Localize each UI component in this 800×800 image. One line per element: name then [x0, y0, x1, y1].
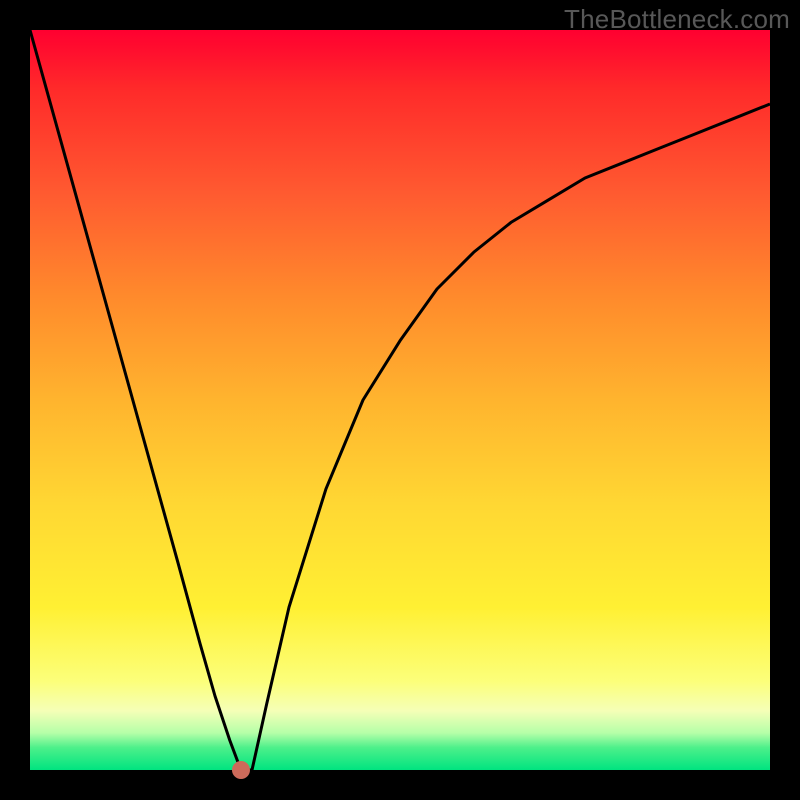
chart-frame: TheBottleneck.com	[0, 0, 800, 800]
plot-area	[30, 30, 770, 770]
optimum-marker-dot	[232, 761, 250, 779]
bottleneck-curve	[30, 30, 770, 770]
